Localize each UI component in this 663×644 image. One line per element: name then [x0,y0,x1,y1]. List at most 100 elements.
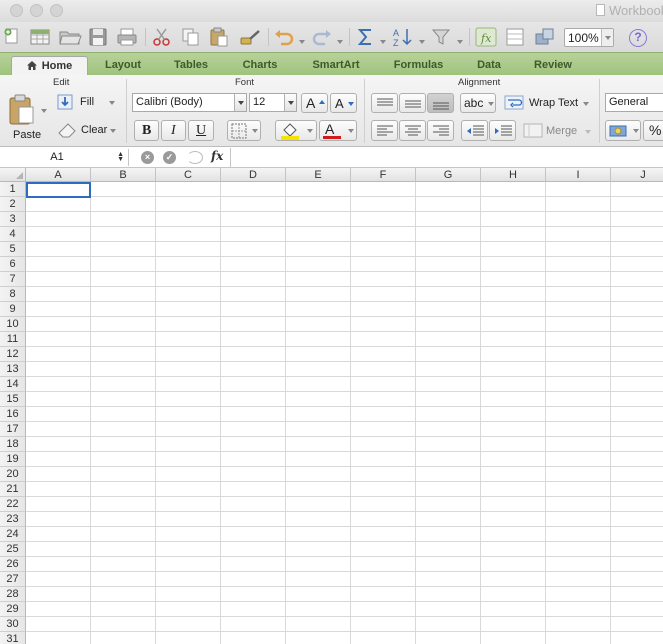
row-header-12[interactable]: 12 [0,347,26,362]
paste-icon[interactable] [208,26,230,48]
column-header-d[interactable]: D [221,168,286,182]
copy-icon[interactable] [180,26,202,48]
row-header-29[interactable]: 29 [0,602,26,617]
row-header-20[interactable]: 20 [0,467,26,482]
print-icon[interactable] [116,26,138,48]
orientation-dropdown[interactable] [488,102,494,106]
column-header-b[interactable]: B [91,168,156,182]
shrink-font-button[interactable]: A [330,93,357,113]
tab-data[interactable]: Data [464,56,514,76]
cut-icon[interactable] [151,26,173,48]
row-header-14[interactable]: 14 [0,377,26,392]
row-header-26[interactable]: 26 [0,557,26,572]
row-header-23[interactable]: 23 [0,512,26,527]
toolbox-icon[interactable] [533,26,557,48]
column-header-i[interactable]: I [546,168,611,182]
row-header-15[interactable]: 15 [0,392,26,407]
new-workbook-icon[interactable] [3,26,21,48]
help-icon[interactable]: ? [629,29,647,47]
row-header-1[interactable]: 1 [0,182,26,197]
row-header-21[interactable]: 21 [0,482,26,497]
align-top-button[interactable] [371,93,398,113]
fill-button[interactable]: Fill [57,93,117,113]
fill-dropdown[interactable] [109,101,115,105]
column-header-a[interactable]: A [26,168,91,182]
wrap-text-dropdown[interactable] [583,102,589,106]
merge-button[interactable]: Merge [523,121,595,141]
column-header-j[interactable]: J [611,168,663,182]
open-icon[interactable] [58,26,82,48]
select-all-button[interactable] [0,168,26,182]
tab-review[interactable]: Review [522,56,584,76]
cell-area[interactable] [26,182,663,644]
close-window-button[interactable] [10,4,23,17]
align-middle-button[interactable] [399,93,426,113]
italic-button[interactable]: I [161,120,186,141]
borders-button[interactable] [227,120,261,141]
filter-icon[interactable] [430,26,454,48]
number-format-field[interactable]: General [605,93,663,112]
name-box-stepper[interactable]: ▲ ▼ [117,151,124,163]
row-header-13[interactable]: 13 [0,362,26,377]
save-icon[interactable] [88,26,108,48]
row-header-31[interactable]: 31 [0,632,26,644]
percent-button[interactable]: % [643,120,663,141]
insert-function-button[interactable]: fx [211,149,223,163]
formula-input[interactable] [230,148,663,167]
templates-icon[interactable] [29,26,51,48]
cancel-entry-button[interactable]: × [141,151,154,164]
row-header-25[interactable]: 25 [0,542,26,557]
font-family-dropdown[interactable] [234,94,246,111]
row-header-27[interactable]: 27 [0,572,26,587]
paste-button[interactable]: Paste [5,92,47,144]
grow-font-button[interactable]: A [301,93,328,113]
font-family-field[interactable]: Calibri (Body) [132,93,247,112]
tab-home[interactable]: Home [11,56,88,76]
font-size-field[interactable]: 12 [249,93,297,112]
clear-dropdown[interactable] [110,129,116,133]
row-header-4[interactable]: 4 [0,227,26,242]
row-header-9[interactable]: 9 [0,302,26,317]
tab-tables[interactable]: Tables [159,56,223,76]
row-header-28[interactable]: 28 [0,587,26,602]
clear-button[interactable]: Clear [57,121,117,141]
wrap-text-button[interactable]: Wrap Text [504,93,594,113]
row-header-30[interactable]: 30 [0,617,26,632]
row-header-7[interactable]: 7 [0,272,26,287]
align-bottom-button[interactable] [427,93,454,113]
column-header-h[interactable]: H [481,168,546,182]
row-header-24[interactable]: 24 [0,527,26,542]
font-color-dropdown[interactable] [348,129,354,133]
row-header-2[interactable]: 2 [0,197,26,212]
zoom-field[interactable]: 100% [564,28,614,47]
row-header-11[interactable]: 11 [0,332,26,347]
row-header-19[interactable]: 19 [0,452,26,467]
redo-icon[interactable] [310,26,334,48]
row-header-22[interactable]: 22 [0,497,26,512]
zoom-dropdown[interactable] [601,29,613,46]
undo-icon[interactable] [272,26,296,48]
tab-layout[interactable]: Layout [92,56,154,76]
tab-smartart[interactable]: SmartArt [298,56,374,76]
row-header-6[interactable]: 6 [0,257,26,272]
sort-icon[interactable]: AZ [391,26,415,48]
orientation-button[interactable]: abc [460,93,496,113]
row-header-5[interactable]: 5 [0,242,26,257]
tab-formulas[interactable]: Formulas [381,56,456,76]
column-header-e[interactable]: E [286,168,351,182]
align-right-button[interactable] [427,120,454,141]
name-box[interactable]: A1 ▲ ▼ [0,149,129,166]
currency-format-button[interactable] [605,120,641,141]
row-header-8[interactable]: 8 [0,287,26,302]
column-header-c[interactable]: C [156,168,221,182]
tab-charts[interactable]: Charts [228,56,292,76]
merge-dropdown[interactable] [585,130,591,134]
fill-color-button[interactable] [275,120,317,141]
bold-button[interactable]: B [134,120,159,141]
borders-dropdown[interactable] [252,129,258,133]
enter-entry-button[interactable]: ✓ [163,151,176,164]
minimize-window-button[interactable] [30,4,43,17]
font-size-dropdown[interactable] [284,94,296,111]
column-header-g[interactable]: G [416,168,481,182]
function-icon[interactable]: fx [475,26,497,48]
